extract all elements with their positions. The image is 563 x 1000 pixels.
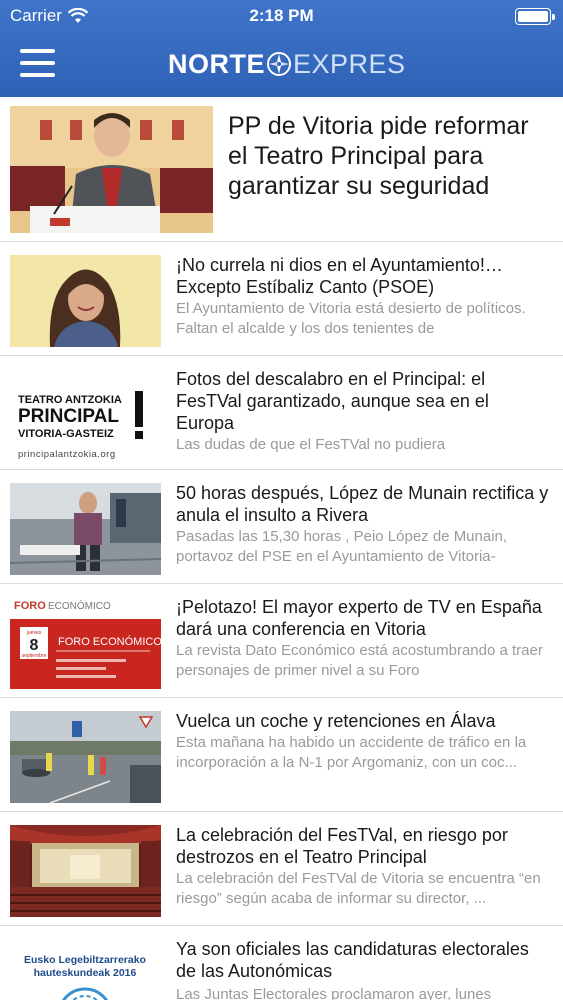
- article-headline: 50 horas después, López de Munain rectif…: [176, 483, 549, 525]
- foro-banner: FORO ECONÓMICO: [58, 635, 161, 648]
- teatro-line4: principalantzokia.org: [18, 449, 116, 460]
- article-thumbnail: FORO ECONÓMICO jueves 8 septiembre FORO …: [10, 597, 161, 689]
- article-summary: Las Juntas Electorales proclamaron ayer,…: [176, 986, 492, 1000]
- article-summary: El Ayuntamiento de Vitoria está desierto…: [176, 300, 526, 337]
- speaker-photo: [10, 106, 213, 233]
- article-headline: ¡No currela ni dios en el Ayuntamiento!……: [176, 255, 503, 297]
- article-summary: La revista Dato Económico está acostumbr…: [176, 642, 543, 679]
- foro-title: FORO: [14, 600, 46, 612]
- street-photo: [10, 483, 161, 575]
- news-feed[interactable]: PP de Vitoria pide reformar el Teatro Pr…: [0, 97, 563, 1000]
- article-item[interactable]: Vuelca un coche y retenciones en Álava E…: [0, 698, 563, 812]
- article-item[interactable]: ¡No currela ni dios en el Ayuntamiento!……: [0, 242, 563, 356]
- article-thumbnail: [10, 711, 161, 803]
- logo-part-expres: EXPRES: [293, 48, 406, 79]
- foro-economico-poster: FORO ECONÓMICO jueves 8 septiembre FORO …: [10, 597, 161, 689]
- article-thumbnail: [10, 106, 213, 233]
- article-headline: ¡Pelotazo! El mayor experto de TV en Esp…: [176, 597, 542, 639]
- article-item[interactable]: 50 horas después, López de Munain rectif…: [0, 470, 563, 584]
- article-thumbnail: TEATRO ANTZOKIA PRINCIPAL VITORIA-GASTEI…: [10, 369, 161, 461]
- elections-line2: hauteskundeak 2016: [34, 967, 137, 979]
- article-item[interactable]: PP de Vitoria pide reformar el Teatro Pr…: [0, 97, 563, 242]
- article-headline: Vuelca un coche y retenciones en Álava: [176, 711, 496, 731]
- app-header: Carrier 2:18 PM NORTE EXPRES: [0, 0, 563, 97]
- article-headline: Ya son oficiales las candidaturas electo…: [176, 939, 529, 981]
- article-thumbnail: Eusko Legebiltzarrerako hauteskundeak 20…: [10, 939, 161, 1000]
- portrait-photo: [10, 255, 161, 347]
- teatro-line2: PRINCIPAL: [18, 406, 119, 427]
- article-item[interactable]: Eusko Legebiltzarrerako hauteskundeak 20…: [0, 926, 563, 1000]
- status-bar: Carrier 2:18 PM: [0, 0, 563, 34]
- article-headline: Fotos del descalabro en el Principal: el…: [176, 369, 489, 433]
- teatro-principal-logo: TEATRO ANTZOKIA PRINCIPAL VITORIA-GASTEI…: [10, 369, 161, 461]
- app-logo[interactable]: NORTE EXPRES: [168, 49, 406, 79]
- foro-day-label: jueves: [26, 630, 42, 636]
- article-headline: La celebración del FesTVal, en riesgo po…: [176, 825, 508, 867]
- foro-month: septiembre: [22, 653, 47, 659]
- article-headline: PP de Vitoria pide reformar el Teatro Pr…: [228, 112, 529, 200]
- nav-bar: NORTE EXPRES: [0, 34, 563, 97]
- foro-day: 8: [30, 637, 39, 654]
- article-thumbnail: [10, 255, 161, 347]
- article-thumbnail: [10, 825, 161, 917]
- article-summary: Las dudas de que el FesTVal no pudiera: [176, 436, 446, 453]
- teatro-line3: VITORIA-GASTEIZ: [18, 428, 114, 440]
- elections-line1: Eusko Legebiltzarrerako: [24, 954, 146, 966]
- article-summary: Esta mañana ha habido un accidente de tr…: [176, 734, 527, 771]
- article-summary: La celebración del FesTVal de Vitoria se…: [176, 870, 541, 907]
- elections-logo: Eusko Legebiltzarrerako hauteskundeak 20…: [10, 939, 161, 1000]
- theater-interior-photo: [10, 825, 161, 917]
- accident-photo: [10, 711, 161, 803]
- article-summary: Pasadas las 15,30 horas , Peio López de …: [176, 528, 508, 565]
- article-item[interactable]: FORO ECONÓMICO jueves 8 septiembre FORO …: [0, 584, 563, 698]
- logo-part-norte: NORTE: [168, 48, 265, 79]
- article-thumbnail: [10, 483, 161, 575]
- compass-icon: [267, 52, 291, 76]
- menu-icon[interactable]: [20, 49, 55, 77]
- foro-subtitle: ECONÓMICO: [48, 599, 111, 612]
- status-time: 2:18 PM: [249, 6, 314, 25]
- battery-icon: [515, 8, 555, 25]
- article-item[interactable]: La celebración del FesTVal, en riesgo po…: [0, 812, 563, 926]
- article-item[interactable]: TEATRO ANTZOKIA PRINCIPAL VITORIA-GASTEI…: [0, 356, 563, 470]
- teatro-line1: TEATRO ANTZOKIA: [18, 394, 122, 406]
